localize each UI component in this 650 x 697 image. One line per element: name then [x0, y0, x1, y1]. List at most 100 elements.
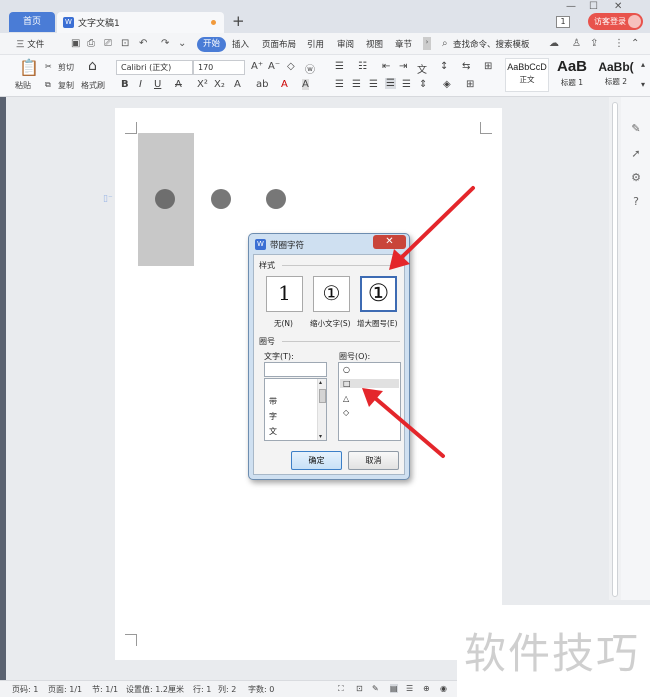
tab-stops-icon[interactable]: ⇆ [462, 61, 470, 72]
phonetic-guide-icon[interactable]: ⓦ [305, 61, 315, 76]
format-painter-icon[interactable]: ⌂ [88, 58, 97, 74]
guest-login-button[interactable]: 访客登录 [588, 13, 643, 30]
close-window-icon[interactable]: ✕ [614, 1, 622, 12]
redo-icon[interactable]: ↷ [161, 38, 172, 49]
export-pdf-icon[interactable]: ⎙ [87, 38, 98, 49]
dialog-close-button[interactable]: ✕ [373, 235, 406, 249]
undo-icon[interactable]: ↶ [139, 38, 150, 49]
eye-protect-icon[interactable]: ◉ [440, 684, 447, 693]
style-normal[interactable]: AaBbCcD 正文 [505, 58, 549, 92]
outline-view-icon[interactable]: ☰ [406, 684, 413, 693]
menu-page-layout[interactable]: 页面布局 [262, 38, 296, 50]
menu-start[interactable]: 开始 [197, 37, 226, 52]
command-search[interactable]: 查找命令、搜索模板 [453, 38, 530, 50]
print-preview-icon[interactable]: ⊡ [121, 38, 132, 49]
style-heading-1[interactable]: AaB 标题 1 [550, 58, 594, 92]
file-menu[interactable]: 三 文件 [16, 38, 44, 50]
style-option-shrink-text[interactable]: ① [313, 276, 350, 312]
status-col[interactable]: 列: 2 [218, 684, 236, 695]
share-user-icon[interactable]: ♙ [572, 38, 583, 49]
text-list-item[interactable]: 带 [269, 396, 277, 407]
ok-button[interactable]: 确定 [291, 451, 342, 470]
strikethrough-icon[interactable]: A [175, 79, 182, 90]
align-left-icon[interactable]: ☰ [335, 79, 344, 90]
text-input[interactable] [264, 362, 327, 377]
status-words[interactable]: 字数: 0 [248, 684, 274, 695]
align-center-icon[interactable]: ☰ [352, 79, 361, 90]
paste-button[interactable]: 粘贴 [15, 80, 31, 91]
menu-chapter[interactable]: 章节 [395, 38, 412, 50]
status-page[interactable]: 页码: 1 [12, 684, 38, 695]
share-icon[interactable]: ⇪ [590, 38, 601, 49]
text-list-item[interactable]: 文 [269, 426, 277, 437]
print-icon[interactable]: ⎚ [104, 38, 115, 49]
collapse-ribbon-icon[interactable]: ⌃ [631, 38, 642, 49]
menu-review[interactable]: 审阅 [337, 38, 354, 50]
status-pages[interactable]: 页面: 1/1 [48, 684, 82, 695]
increase-indent-icon[interactable]: ⇥ [399, 61, 407, 72]
chinese-layout-icon[interactable]: 文 [417, 61, 427, 76]
cancel-button[interactable]: 取消 [348, 451, 399, 470]
bullet-list-icon[interactable]: ☰ [335, 61, 344, 72]
scroll-up-icon[interactable]: ▴ [319, 379, 322, 386]
numbered-list-icon[interactable]: ☷ [358, 61, 367, 72]
styles-more-icon[interactable]: ▾ [641, 80, 645, 89]
help-icon[interactable]: ? [630, 196, 642, 208]
circle-list[interactable]: ○ □ △ ◇ [338, 362, 401, 441]
fullscreen-icon[interactable]: ⛶ [338, 684, 344, 694]
pen-icon[interactable]: ✎ [630, 123, 642, 135]
clear-format-icon[interactable]: ◇ [287, 61, 295, 72]
copy-button[interactable]: 复制 [58, 80, 74, 91]
circle-option-diamond[interactable]: ◇ [343, 408, 349, 417]
subscript-icon[interactable]: X₂ [214, 79, 225, 90]
save-icon[interactable]: ▣ [71, 38, 82, 49]
menu-references[interactable]: 引用 [307, 38, 324, 50]
status-row[interactable]: 行: 1 [193, 684, 211, 695]
line-spacing-icon[interactable]: ⇕ [419, 79, 427, 90]
menu-scroll-right-icon[interactable]: › [423, 37, 431, 50]
status-section[interactable]: 节: 1/1 [92, 684, 118, 695]
font-color-icon[interactable]: A [281, 79, 288, 90]
italic-icon[interactable]: I [139, 79, 142, 90]
maximize-icon[interactable]: ☐ [589, 1, 598, 12]
circle-option-circle[interactable]: ○ [343, 365, 350, 374]
cloud-icon[interactable]: ☁ [549, 38, 560, 49]
style-heading-2[interactable]: AaBb( 标题 2 [594, 58, 638, 92]
scrollbar-thumb[interactable] [612, 102, 618, 597]
paste-icon[interactable]: 📋 [19, 58, 39, 77]
cut-icon[interactable]: ✂ [45, 62, 52, 71]
char-shading-icon[interactable]: A [302, 79, 309, 90]
style-option-none[interactable]: 1 [266, 276, 303, 312]
align-right-icon[interactable]: ☰ [369, 79, 378, 90]
tab-home[interactable]: 首页 [9, 12, 55, 32]
line-sort-icon[interactable]: ↕ [440, 61, 448, 72]
circle-option-triangle[interactable]: △ [343, 394, 349, 403]
justify-icon[interactable]: ☰ [385, 78, 396, 89]
edit-mode-icon[interactable]: ✎ [372, 684, 379, 693]
underline-icon[interactable]: U [154, 79, 161, 90]
web-view-icon[interactable]: ⊕ [423, 684, 430, 693]
menu-insert[interactable]: 插入 [232, 38, 249, 50]
cut-button[interactable]: 剪切 [58, 62, 74, 73]
text-list-item[interactable]: 字 [269, 411, 277, 422]
borders-icon[interactable]: ⊞ [466, 79, 474, 90]
settings-sliders-icon[interactable]: ⚙ [630, 172, 642, 184]
shrink-font-icon[interactable]: A⁻ [268, 61, 280, 72]
distribute-icon[interactable]: ☰ [402, 79, 411, 90]
shading-icon[interactable]: ◈ [443, 79, 451, 90]
quick-access-dropdown-icon[interactable]: ⌄ [178, 38, 189, 49]
text-list[interactable]: 带 字 文 ▴ ▾ [264, 378, 327, 441]
vertical-scrollbar[interactable] [609, 97, 621, 600]
copy-icon[interactable]: ⧉ [45, 80, 51, 90]
bold-icon[interactable]: B [121, 79, 129, 90]
grow-font-icon[interactable]: A⁺ [251, 61, 263, 72]
tab-document[interactable]: W 文字文稿1 [57, 12, 224, 33]
status-setting[interactable]: 设置值: 1.2厘米 [126, 684, 184, 695]
format-painter-button[interactable]: 格式刷 [81, 80, 105, 91]
scroll-down-icon[interactable]: ▾ [319, 433, 322, 440]
font-size-select[interactable]: 170 [193, 60, 245, 75]
layout-icon[interactable]: ⊡ [356, 684, 363, 693]
styles-up-icon[interactable]: ▴ [641, 60, 645, 69]
more-icon[interactable]: ⋮ [614, 38, 625, 49]
window-count-badge[interactable]: 1 [556, 16, 570, 28]
